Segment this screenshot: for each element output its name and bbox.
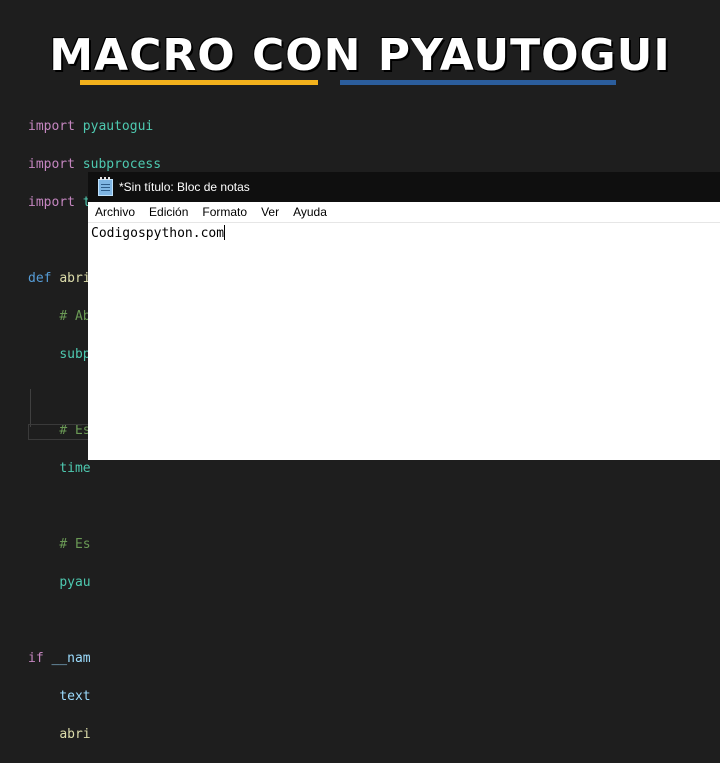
code-token: def bbox=[28, 271, 52, 286]
code-token: abri bbox=[59, 727, 91, 742]
code-token: __nam bbox=[51, 651, 91, 666]
code-token: pyau bbox=[59, 575, 91, 590]
text-area[interactable]: Codigospython.com bbox=[88, 223, 720, 244]
menu-archivo[interactable]: Archivo bbox=[88, 205, 142, 219]
indent-guide bbox=[30, 389, 31, 427]
banner-underline-blue bbox=[340, 80, 616, 85]
current-line-highlight bbox=[28, 424, 92, 440]
code-token: # Ab bbox=[59, 309, 91, 324]
code-line: import pyautogui bbox=[28, 117, 161, 136]
code-token: import bbox=[28, 195, 75, 210]
banner-underline-yellow bbox=[80, 80, 318, 85]
code-line: if __nam bbox=[28, 649, 161, 668]
notepad-titlebar[interactable]: *Sin título: Bloc de notas bbox=[88, 172, 720, 202]
menu-formato[interactable]: Formato bbox=[195, 205, 254, 219]
code-token: subp bbox=[59, 347, 91, 362]
code-token: abri bbox=[59, 271, 91, 286]
text-caret bbox=[224, 225, 226, 240]
code-token: text bbox=[59, 689, 91, 704]
notepad-icon bbox=[98, 176, 113, 196]
text-content: Codigospython.com bbox=[91, 226, 225, 241]
notepad-window[interactable]: *Sin título: Bloc de notas Archivo Edici… bbox=[88, 172, 720, 460]
menu-ayuda[interactable]: Ayuda bbox=[286, 205, 334, 219]
code-token: subprocess bbox=[82, 157, 162, 172]
code-token: time bbox=[59, 461, 91, 476]
code-line: abri bbox=[28, 725, 161, 744]
code-line: pyau bbox=[28, 573, 161, 592]
code-line: # Es bbox=[28, 535, 161, 554]
window-title: *Sin título: Bloc de notas bbox=[119, 180, 250, 194]
code-token: pyautogui bbox=[82, 119, 154, 134]
code-line: time bbox=[28, 459, 161, 478]
menu-bar: Archivo Edición Formato Ver Ayuda bbox=[88, 202, 720, 223]
menu-edicion[interactable]: Edición bbox=[142, 205, 195, 219]
code-line: text bbox=[28, 687, 161, 706]
banner-title: MACRO CON PYAUTOGUI bbox=[49, 30, 671, 81]
code-token: import bbox=[28, 157, 75, 172]
code-token: import bbox=[28, 119, 75, 134]
code-token: if bbox=[28, 651, 44, 666]
menu-ver[interactable]: Ver bbox=[254, 205, 286, 219]
code-token: # Es bbox=[59, 537, 91, 552]
